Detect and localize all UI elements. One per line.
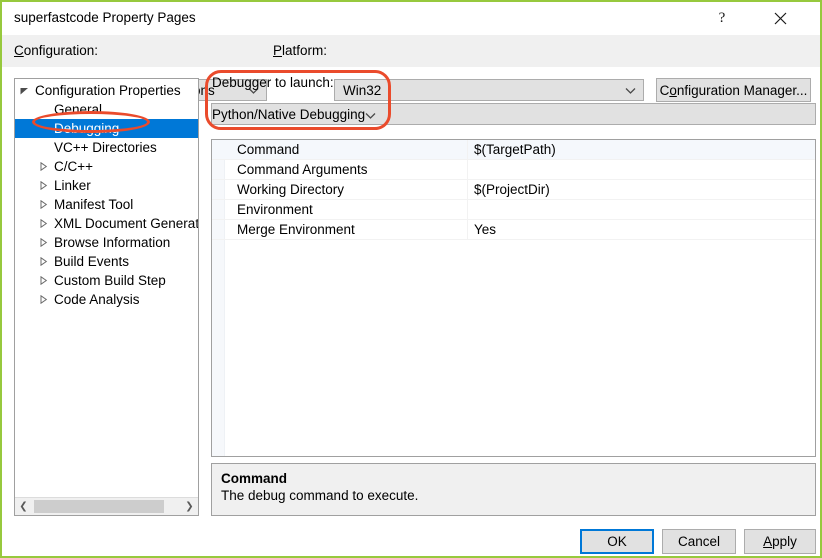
platform-label-accel: P	[273, 43, 283, 58]
property-name: Working Directory	[237, 182, 345, 197]
configuration-label: Configuration:	[14, 43, 98, 58]
sidebar-item-label: Linker	[54, 178, 91, 193]
sidebar-item-code-analysis[interactable]: Code Analysis	[15, 290, 198, 309]
debugger-to-launch-label: Debugger to launch:	[212, 75, 334, 90]
sidebar-item-configuration-properties[interactable]: Configuration Properties	[15, 81, 198, 100]
property-name: Command	[237, 142, 300, 157]
ok-button[interactable]: OK	[580, 529, 654, 554]
sidebar-item-label: VC++ Directories	[54, 140, 157, 155]
description-panel: Command The debug command to execute.	[211, 463, 816, 516]
help-icon[interactable]: ?	[700, 2, 744, 34]
property-row[interactable]: Working Directory $(ProjectDir)	[212, 180, 815, 200]
sidebar-item-label: Browse Information	[54, 235, 171, 250]
property-row[interactable]: Environment	[212, 200, 815, 220]
property-grid-splitter[interactable]	[467, 160, 468, 179]
triangle-collapsed-icon[interactable]	[34, 176, 52, 195]
platform-select[interactable]: Win32	[334, 79, 644, 101]
sidebar-item-browse-information[interactable]: Browse Information	[15, 233, 198, 252]
apply-label-rest: pply	[772, 534, 797, 549]
triangle-collapsed-icon[interactable]	[34, 290, 52, 309]
sidebar-item-xml-document-generator[interactable]: XML Document Generator	[15, 214, 198, 233]
property-name: Command Arguments	[237, 162, 368, 177]
sidebar-item-build-events[interactable]: Build Events	[15, 252, 198, 271]
sidebar-item-manifest-tool[interactable]: Manifest Tool	[15, 195, 198, 214]
description-title: Command	[221, 471, 288, 486]
sidebar-item-general[interactable]: General	[15, 100, 198, 119]
configuration-label-accel: C	[14, 43, 24, 58]
sidebar-item-label: Build Events	[54, 254, 130, 269]
configuration-manager-label-accel: o	[669, 82, 677, 98]
property-row[interactable]: Command $(TargetPath)	[212, 140, 815, 160]
tree-horizontal-scrollbar[interactable]: ❮ ❯	[15, 497, 198, 515]
title-bar: superfastcode Property Pages ?	[2, 2, 820, 36]
window-title: superfastcode Property Pages	[14, 10, 196, 25]
sidebar-item-linker[interactable]: Linker	[15, 176, 198, 195]
configuration-bar: Configuration: All Configurations Platfo…	[2, 35, 820, 102]
close-icon[interactable]	[758, 2, 802, 34]
sidebar-item-label: Custom Build Step	[54, 273, 166, 288]
properties-tree: Configuration Properties General Debugging…	[15, 79, 198, 309]
sidebar-item-debugging[interactable]: Debugging	[15, 119, 198, 138]
triangle-collapsed-icon[interactable]	[34, 252, 52, 271]
property-row[interactable]: Command Arguments	[212, 160, 815, 180]
triangle-collapsed-icon[interactable]	[34, 195, 52, 214]
chevron-down-icon	[621, 87, 639, 94]
configuration-manager-label-rest: nfiguration Manager...	[676, 82, 808, 98]
sidebar-item-custom-build-step[interactable]: Custom Build Step	[15, 271, 198, 290]
properties-tree-panel: Configuration Properties General Debugging…	[14, 78, 199, 516]
sidebar-item-label: XML Document Generator	[54, 216, 199, 231]
sidebar-item-label: General	[54, 102, 103, 117]
triangle-expanded-icon[interactable]	[15, 81, 33, 100]
property-grid[interactable]: Command $(TargetPath) Command Arguments Wor…	[211, 139, 816, 457]
property-grid-rows: Command $(TargetPath) Command Arguments Wor…	[212, 140, 815, 240]
triangle-collapsed-icon[interactable]	[34, 214, 52, 233]
property-grid-splitter[interactable]	[467, 220, 468, 239]
configuration-manager-button[interactable]: Configuration Manager...	[656, 78, 811, 102]
scrollbar-thumb[interactable]	[34, 500, 164, 513]
property-name: Merge Environment	[237, 222, 355, 237]
property-grid-splitter[interactable]	[467, 180, 468, 199]
scroll-left-icon[interactable]: ❮	[15, 498, 32, 515]
platform-select-value: Win32	[343, 82, 382, 98]
triangle-collapsed-icon[interactable]	[34, 233, 52, 252]
triangle-collapsed-icon[interactable]	[34, 271, 52, 290]
property-value[interactable]: $(TargetPath)	[474, 140, 556, 159]
property-value[interactable]: $(ProjectDir)	[474, 180, 550, 199]
property-pages-dialog: superfastcode Property Pages ? Configura…	[0, 0, 822, 558]
apply-button[interactable]: Apply	[744, 529, 816, 554]
sidebar-item-label: Debugging	[54, 121, 120, 136]
debugger-to-launch-select[interactable]: Python/Native Debugging	[211, 103, 816, 125]
sidebar-item-vc-directories[interactable]: VC++ Directories	[15, 138, 198, 157]
debugger-to-launch-value: Python/Native Debugging	[212, 106, 366, 122]
description-text: The debug command to execute.	[221, 488, 419, 503]
property-name: Environment	[237, 202, 313, 217]
platform-label-rest: latform:	[282, 43, 328, 58]
sidebar-item-label: Code Analysis	[54, 292, 140, 307]
property-value[interactable]: Yes	[474, 220, 496, 239]
property-grid-splitter[interactable]	[467, 200, 468, 219]
property-grid-splitter[interactable]	[467, 140, 468, 159]
configuration-manager-label-pre: C	[659, 82, 670, 98]
cancel-button[interactable]: Cancel	[662, 529, 736, 554]
scroll-right-icon[interactable]: ❯	[181, 498, 198, 515]
sidebar-item-label: Configuration Properties	[35, 83, 181, 98]
sidebar-item-label: Manifest Tool	[54, 197, 134, 212]
sidebar-item-label: C/C++	[54, 159, 94, 174]
platform-label: Platform:	[273, 43, 327, 58]
configuration-label-rest: onfiguration:	[23, 43, 99, 58]
triangle-collapsed-icon[interactable]	[34, 157, 52, 176]
property-row[interactable]: Merge Environment Yes	[212, 220, 815, 240]
apply-label-accel: A	[763, 534, 773, 549]
chevron-down-icon	[365, 107, 376, 122]
sidebar-item-c-c[interactable]: C/C++	[15, 157, 198, 176]
